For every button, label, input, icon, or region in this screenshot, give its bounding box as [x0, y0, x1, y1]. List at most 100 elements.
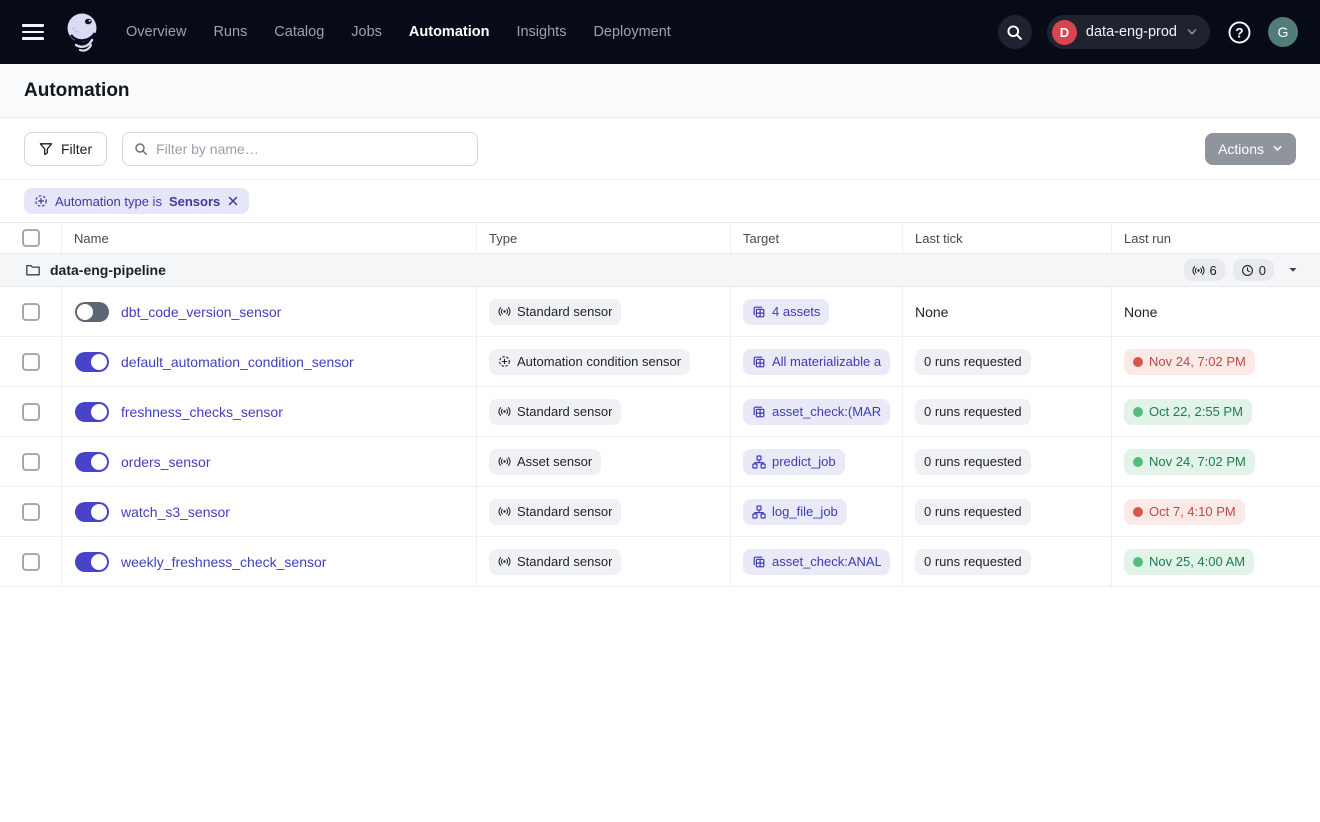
workspace-switcher[interactable]: D data-eng-prod	[1047, 15, 1210, 49]
folder-icon	[25, 262, 41, 278]
repo-group-row[interactable]: data-eng-pipeline 6 0	[0, 254, 1320, 287]
workspace-badge: D	[1052, 20, 1077, 45]
sensor-type-badge: Asset sensor	[489, 449, 601, 475]
sensor-table-body: dbt_code_version_sensor Standard sensor …	[0, 287, 1320, 587]
filter-chip-value: Sensors	[169, 194, 220, 209]
sensor-name-link[interactable]: dbt_code_version_sensor	[121, 304, 281, 320]
sensor-toggle[interactable]	[75, 452, 109, 472]
sensor-target-badge[interactable]: predict_job	[743, 449, 845, 475]
last-tick-badge[interactable]: 0 runs requested	[915, 399, 1031, 425]
row-checkbox[interactable]	[22, 403, 40, 421]
sensor-toggle[interactable]	[75, 302, 109, 322]
sensor-toggle[interactable]	[75, 552, 109, 572]
user-avatar[interactable]: G	[1268, 17, 1298, 47]
sensor-name-link[interactable]: weekly_freshness_check_sensor	[121, 554, 326, 570]
chevron-down-icon	[1186, 26, 1198, 38]
sensor-icon	[498, 455, 511, 468]
help-button[interactable]: ?	[1225, 18, 1253, 46]
job-icon	[752, 455, 766, 469]
nav-item-automation[interactable]: Automation	[409, 24, 490, 40]
clock-icon	[1241, 264, 1254, 277]
column-header-type: Type	[477, 223, 731, 253]
nav-item-deployment[interactable]: Deployment	[593, 24, 670, 40]
nav-item-jobs[interactable]: Jobs	[351, 24, 382, 40]
last-run-badge[interactable]: Nov 24, 7:02 PM	[1124, 449, 1255, 475]
sensor-target-badge[interactable]: 4 assets	[743, 299, 829, 325]
sensor-name-link[interactable]: default_automation_condition_sensor	[121, 354, 354, 370]
sensor-icon	[498, 305, 511, 318]
active-filters-row: Automation type is Sensors	[0, 180, 1320, 222]
actions-button-label: Actions	[1218, 141, 1264, 157]
last-run-badge[interactable]: Nov 24, 7:02 PM	[1124, 349, 1255, 375]
nav-item-catalog[interactable]: Catalog	[274, 24, 324, 40]
chevron-down-icon	[1272, 143, 1283, 154]
row-checkbox[interactable]	[22, 353, 40, 371]
last-run-value: None	[1124, 304, 1157, 320]
sensor-row: orders_sensor Asset sensor predict_job 0…	[0, 437, 1320, 487]
last-run-badge[interactable]: Oct 22, 2:55 PM	[1124, 399, 1252, 425]
nav-item-overview[interactable]: Overview	[126, 24, 186, 40]
sensor-toggle[interactable]	[75, 402, 109, 422]
sensor-count-badge: 6	[1184, 259, 1225, 281]
column-header-last-run: Last run	[1112, 223, 1320, 253]
sensor-icon	[498, 505, 511, 518]
name-filter-input[interactable]	[156, 141, 466, 157]
last-tick-badge[interactable]: 0 runs requested	[915, 449, 1031, 475]
hamburger-menu-icon[interactable]	[22, 24, 44, 40]
asset-icon	[752, 305, 766, 319]
run-status-dot	[1133, 507, 1143, 517]
global-search-button[interactable]	[998, 15, 1032, 49]
nav-item-insights[interactable]: Insights	[516, 24, 566, 40]
last-tick-badge[interactable]: 0 runs requested	[915, 349, 1031, 375]
run-status-dot	[1133, 457, 1143, 467]
sensor-target-badge[interactable]: asset_check:(MARKET_DATA)	[743, 399, 890, 425]
row-checkbox[interactable]	[22, 553, 40, 571]
svg-text:?: ?	[1235, 25, 1243, 40]
run-status-dot	[1133, 357, 1143, 367]
sensor-toggle[interactable]	[75, 352, 109, 372]
sensor-icon	[498, 555, 511, 568]
last-run-badge[interactable]: Oct 7, 4:10 PM	[1124, 499, 1245, 525]
row-checkbox[interactable]	[22, 303, 40, 321]
asset-icon	[752, 555, 766, 569]
sensor-type-badge: Standard sensor	[489, 549, 621, 575]
filter-button-label: Filter	[61, 141, 92, 157]
last-tick-badge[interactable]: 0 runs requested	[915, 549, 1031, 575]
schedule-count: 0	[1259, 263, 1266, 278]
sensor-target-badge[interactable]: log_file_job	[743, 499, 847, 525]
filter-chip-prefix: Automation type is	[55, 194, 162, 209]
schedule-count-badge: 0	[1233, 259, 1274, 281]
sensor-toggle[interactable]	[75, 502, 109, 522]
sensor-target-badge[interactable]: All materializable assets	[743, 349, 890, 375]
sensor-name-link[interactable]: freshness_checks_sensor	[121, 404, 283, 420]
run-status-dot	[1133, 557, 1143, 567]
dagster-logo-icon[interactable]	[62, 10, 102, 54]
workspace-name: data-eng-prod	[1086, 24, 1177, 40]
sensor-type-badge: Standard sensor	[489, 299, 621, 325]
last-tick-value: None	[915, 304, 948, 320]
sensor-icon	[498, 405, 511, 418]
collapse-caret-icon[interactable]	[1282, 265, 1304, 275]
name-filter	[122, 132, 478, 166]
sensor-name-link[interactable]: orders_sensor	[121, 454, 211, 470]
column-header-name: Name	[62, 223, 477, 253]
row-checkbox[interactable]	[22, 503, 40, 521]
sensor-icon	[1192, 264, 1205, 277]
job-icon	[752, 505, 766, 519]
last-run-badge[interactable]: Nov 25, 4:00 AM	[1124, 549, 1254, 575]
close-icon[interactable]	[227, 195, 239, 207]
sensor-name-link[interactable]: watch_s3_sensor	[121, 504, 230, 520]
search-icon	[134, 142, 148, 156]
automation-icon	[498, 355, 511, 368]
primary-nav: Overview Runs Catalog Jobs Automation Insight…	[126, 24, 671, 40]
filter-button[interactable]: Filter	[24, 132, 107, 166]
sensor-type-badge: Standard sensor	[489, 399, 621, 425]
row-checkbox[interactable]	[22, 453, 40, 471]
select-all-checkbox[interactable]	[22, 229, 40, 247]
last-tick-badge[interactable]: 0 runs requested	[915, 499, 1031, 525]
sensor-target-badge[interactable]: asset_check:ANALYTICS	[743, 549, 890, 575]
nav-item-runs[interactable]: Runs	[213, 24, 247, 40]
actions-button[interactable]: Actions	[1205, 133, 1296, 165]
filter-chip-automation-type[interactable]: Automation type is Sensors	[24, 188, 249, 214]
toolbar: Filter Actions	[0, 118, 1320, 180]
